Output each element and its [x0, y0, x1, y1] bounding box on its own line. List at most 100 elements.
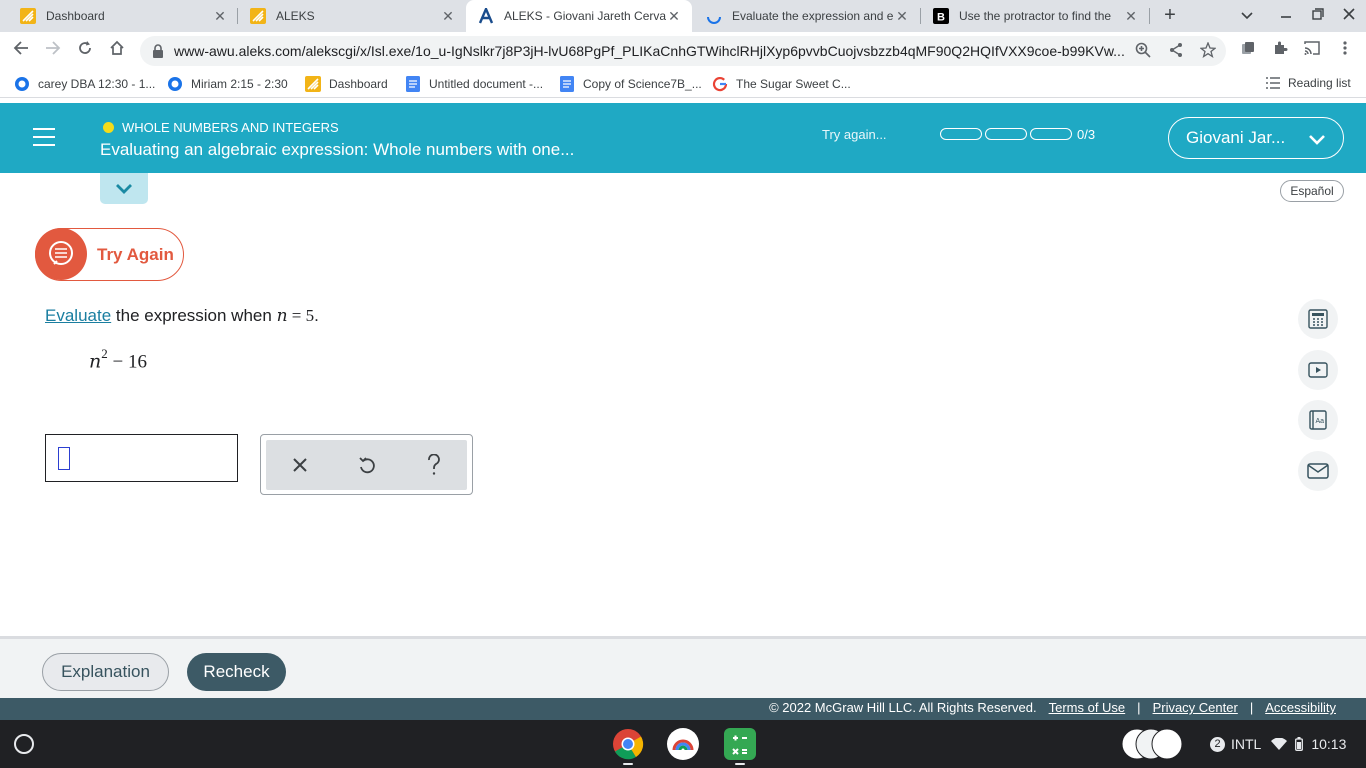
cast-icon[interactable] [1301, 40, 1323, 62]
hamburger-menu-icon[interactable] [33, 128, 55, 146]
dictionary-button[interactable]: Aa [1298, 400, 1338, 440]
tab-title: Evaluate the expression and e [732, 9, 894, 23]
tab-aleks-giovani[interactable]: ALEKS - Giovani Jareth Cervan ✕ [466, 0, 692, 32]
system-tray[interactable]: 2 INTL 10:13 [1200, 728, 1358, 760]
holding-space-thumbnails[interactable] [1121, 728, 1187, 760]
reading-list-button[interactable]: Reading list [1266, 76, 1351, 90]
question-period: . [314, 306, 319, 325]
minimize-icon[interactable] [1276, 6, 1296, 26]
chat-bubble-icon [35, 228, 87, 280]
play-video-icon [1308, 362, 1328, 378]
bookmark-carey[interactable]: carey DBA 12:30 - 1... [14, 76, 155, 92]
address-bar[interactable]: www-awu.aleks.com/alekscgi/x/Isl.exe/1o_… [140, 36, 1226, 66]
bookmark-label: The Sugar Sweet C... [736, 77, 851, 91]
tab-search-chevron-icon[interactable] [1237, 6, 1257, 26]
os-shelf: 2 INTL 10:13 [0, 720, 1366, 768]
browser-toolbar: www-awu.aleks.com/alekscgi/x/Isl.exe/1o_… [0, 32, 1366, 70]
close-icon[interactable]: ✕ [440, 8, 456, 25]
explanation-button[interactable]: Explanation [42, 653, 169, 691]
brainly-b-icon: B [933, 8, 949, 24]
video-button[interactable] [1298, 350, 1338, 390]
forward-arrow-icon[interactable] [42, 40, 64, 62]
bookmark-sugar-sweet[interactable]: The Sugar Sweet C... [712, 76, 851, 92]
accessibility-link[interactable]: Accessibility [1265, 700, 1336, 715]
tab-protractor[interactable]: B Use the protractor to find the ✕ [921, 0, 1149, 32]
share-icon[interactable] [1167, 42, 1185, 60]
close-window-icon[interactable] [1339, 6, 1359, 26]
terms-of-use-link[interactable]: Terms of Use [1049, 700, 1126, 715]
bookmark-star-icon[interactable] [1199, 41, 1217, 60]
footer-separator: | [1249, 700, 1254, 715]
bookmark-untitled-document[interactable]: Untitled document -... [405, 76, 543, 92]
answer-input[interactable] [45, 434, 238, 482]
action-bar: Explanation Recheck [0, 636, 1366, 698]
running-indicator [623, 763, 633, 765]
home-icon[interactable] [106, 40, 128, 62]
question-equals: = [287, 306, 306, 325]
dictionary-icon: Aa [1309, 410, 1327, 430]
new-tab-button[interactable]: + [1158, 4, 1182, 28]
answer-cursor [58, 447, 70, 470]
expression-exponent: 2 [101, 346, 108, 361]
user-menu-button[interactable]: Giovani Jar... [1168, 117, 1344, 159]
chrome-app-icon[interactable] [612, 728, 644, 760]
collapse-header-button[interactable] [100, 173, 148, 204]
launcher-circle-icon[interactable] [14, 734, 34, 754]
progress-segment [940, 128, 982, 140]
close-icon[interactable]: ✕ [1123, 8, 1139, 25]
reading-list-label: Reading list [1288, 76, 1351, 90]
close-icon[interactable]: ✕ [666, 8, 682, 25]
bookmark-label: Untitled document -... [429, 77, 544, 91]
tab-title: ALEKS [276, 9, 315, 23]
calculator-button[interactable] [1298, 299, 1338, 339]
keypad-buttons [266, 440, 467, 490]
question-value: 5 [305, 306, 315, 325]
bookmark-dashboard[interactable]: Dashboard [305, 76, 388, 92]
extension-icon[interactable] [1237, 40, 1259, 62]
footer-separator: | [1137, 700, 1141, 715]
lock-icon[interactable] [152, 44, 164, 58]
tab-evaluate-expression[interactable]: Evaluate the expression and e ✕ [694, 0, 920, 32]
privacy-center-link[interactable]: Privacy Center [1153, 700, 1238, 715]
chrome-canvas-app-icon[interactable] [667, 728, 699, 760]
aleks-header: WHOLE NUMBERS AND INTEGERS Evaluating an… [0, 103, 1366, 173]
wifi-icon [1271, 738, 1288, 750]
bookmark-miriam[interactable]: Miriam 2:15 - 2:30 [167, 76, 288, 92]
blue-circle-icon [14, 76, 30, 92]
close-icon[interactable]: ✕ [212, 8, 228, 25]
clear-button[interactable] [266, 440, 333, 490]
back-arrow-icon[interactable] [10, 40, 32, 62]
reload-icon[interactable] [74, 40, 96, 62]
question-prompt: Evaluate the expression when n = 5. [45, 306, 319, 326]
calculator-app-icon[interactable] [724, 728, 756, 760]
question-text: the expression when [111, 306, 277, 325]
close-icon[interactable]: ✕ [894, 8, 910, 25]
progress-segment [1030, 128, 1072, 140]
loading-spinner-icon [706, 8, 722, 24]
tab-title: Dashboard [46, 9, 105, 23]
message-button[interactable] [1298, 451, 1338, 491]
zoom-icon[interactable] [1134, 42, 1152, 60]
svg-text:B: B [937, 12, 945, 24]
bookmark-label: Dashboard [329, 77, 388, 91]
undo-button[interactable] [333, 440, 400, 490]
blue-circle-icon [167, 76, 183, 92]
language-toggle-button[interactable]: Español [1280, 180, 1344, 202]
user-name: Giovani Jar... [1186, 128, 1286, 147]
help-button[interactable] [400, 440, 467, 490]
evaluate-definition-link[interactable]: Evaluate [45, 306, 111, 325]
progress-count: 0/3 [1077, 127, 1096, 142]
chevron-down-icon [1308, 131, 1326, 151]
tab-aleks[interactable]: ALEKS ✕ [238, 0, 466, 32]
tab-dashboard[interactable]: Dashboard ✕ [8, 0, 238, 32]
input-method: INTL [1231, 736, 1262, 752]
progress-bar [940, 128, 1072, 140]
restore-icon[interactable] [1308, 6, 1328, 26]
bookmark-label: Miriam 2:15 - 2:30 [191, 77, 288, 91]
answer-keypad [260, 434, 473, 495]
recheck-button[interactable]: Recheck [187, 653, 286, 691]
battery-icon [1295, 737, 1304, 751]
kebab-menu-icon[interactable] [1334, 40, 1356, 62]
bookmark-science7b[interactable]: Copy of Science7B_... [559, 76, 702, 92]
puzzle-extensions-icon[interactable] [1269, 40, 1291, 62]
